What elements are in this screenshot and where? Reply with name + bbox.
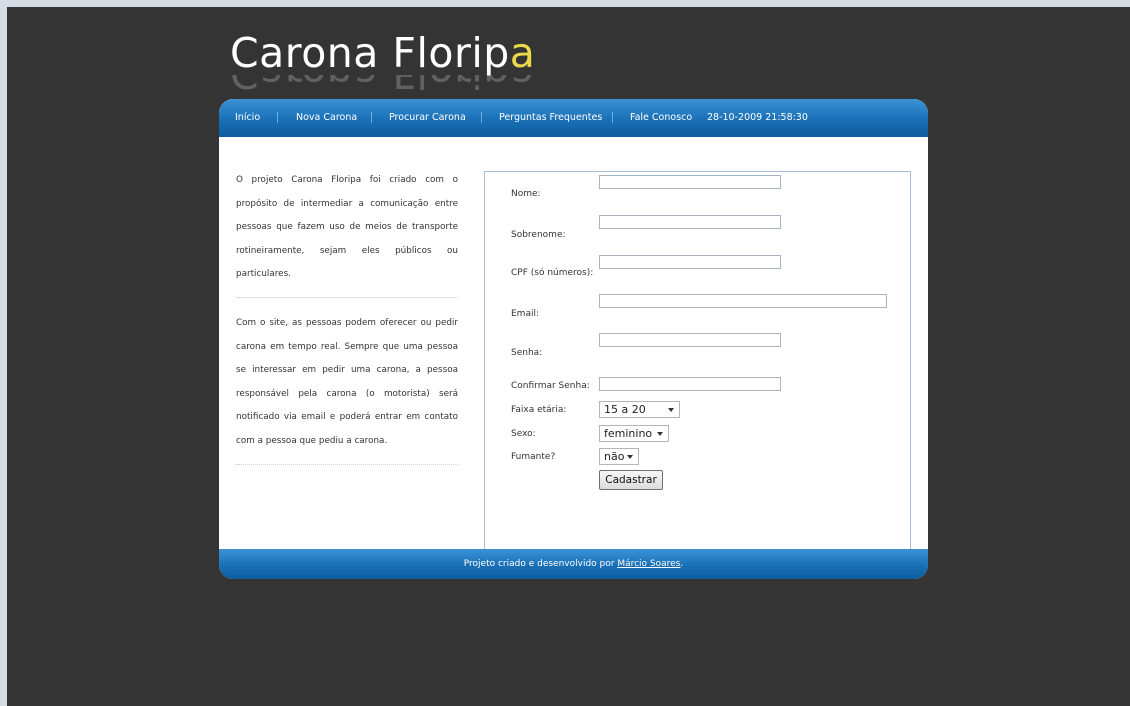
fumante-label: Fumante?: [511, 452, 556, 462]
nome-label: Nome:: [511, 189, 541, 199]
nav-item-procurar-carona[interactable]: Procurar Carona: [389, 112, 466, 123]
cpf-input[interactable]: [599, 255, 781, 269]
nav-item-perguntas-frequentes[interactable]: Perguntas Frequentes: [499, 112, 602, 123]
nav-item-fale-conosco[interactable]: Fale Conosco: [630, 112, 692, 123]
page-background: Carona Floripa Carona Floripa Início Nov…: [7, 7, 1130, 706]
footer-text: Projeto criado e desenvolvido por: [463, 559, 618, 569]
intro-divider: [236, 296, 458, 298]
cpf-label: CPF (só números):: [511, 268, 594, 278]
confirmar-senha-label: Confirmar Senha:: [511, 381, 590, 391]
intro-divider: [236, 463, 458, 465]
intro-section: O projeto Carona Floripa foi criado com …: [236, 169, 458, 479]
browser-top-strip: [0, 0, 1130, 7]
main-container: Início Nova Carona Procurar Carona Pergu…: [219, 99, 928, 579]
nav-separator: [481, 112, 482, 123]
logo-text: Carona Florip: [230, 29, 510, 77]
browser-left-strip: [0, 7, 7, 706]
site-logo[interactable]: Carona Floripa: [230, 29, 535, 77]
nav-item-inicio[interactable]: Início: [235, 112, 260, 123]
senha-label: Senha:: [511, 348, 543, 358]
nav-separator: [371, 112, 372, 123]
confirmar-senha-input[interactable]: [599, 377, 781, 391]
sexo-value: feminino: [604, 427, 653, 440]
dropdown-arrow-icon: [627, 455, 633, 459]
nav-separator: [612, 112, 613, 123]
nome-input[interactable]: [599, 175, 781, 189]
sexo-select[interactable]: feminino: [599, 425, 669, 442]
signup-form: Nome: Sobrenome: CPF (só números): Email…: [484, 171, 911, 553]
fumante-value: não: [604, 450, 625, 463]
faixa-etaria-select[interactable]: 15 a 20: [599, 401, 680, 418]
sobrenome-label: Sobrenome:: [511, 230, 566, 240]
footer-bar: Projeto criado e desenvolvido por Márcio…: [219, 549, 928, 579]
sobrenome-input[interactable]: [599, 215, 781, 229]
nav-item-nova-carona[interactable]: Nova Carona: [296, 112, 357, 123]
nav-datetime: 28-10-2009 21:58:30: [707, 112, 808, 123]
logo-accent-letter: a: [509, 29, 536, 77]
nav-separator: [277, 112, 278, 123]
faixa-etaria-value: 15 a 20: [604, 403, 646, 416]
senha-input[interactable]: [599, 333, 781, 347]
footer-author-link[interactable]: Márcio Soares: [617, 559, 680, 569]
sexo-label: Sexo:: [511, 429, 536, 439]
intro-paragraph-1: O projeto Carona Floripa foi criado com …: [236, 175, 458, 280]
cadastrar-button[interactable]: Cadastrar: [599, 470, 663, 490]
intro-paragraph-2: Com o site, as pessoas podem oferecer ou…: [236, 317, 458, 446]
dropdown-arrow-icon: [657, 432, 663, 436]
dropdown-arrow-icon: [668, 408, 674, 412]
footer-period: .: [680, 559, 684, 569]
email-label: Email:: [511, 309, 540, 319]
faixa-etaria-label: Faixa etária:: [511, 405, 567, 415]
logo-reflection: Carona Floripa: [230, 75, 630, 97]
nav-bar: Início Nova Carona Procurar Carona Pergu…: [219, 99, 928, 137]
fumante-select[interactable]: não: [599, 448, 639, 465]
email-input[interactable]: [599, 294, 887, 308]
